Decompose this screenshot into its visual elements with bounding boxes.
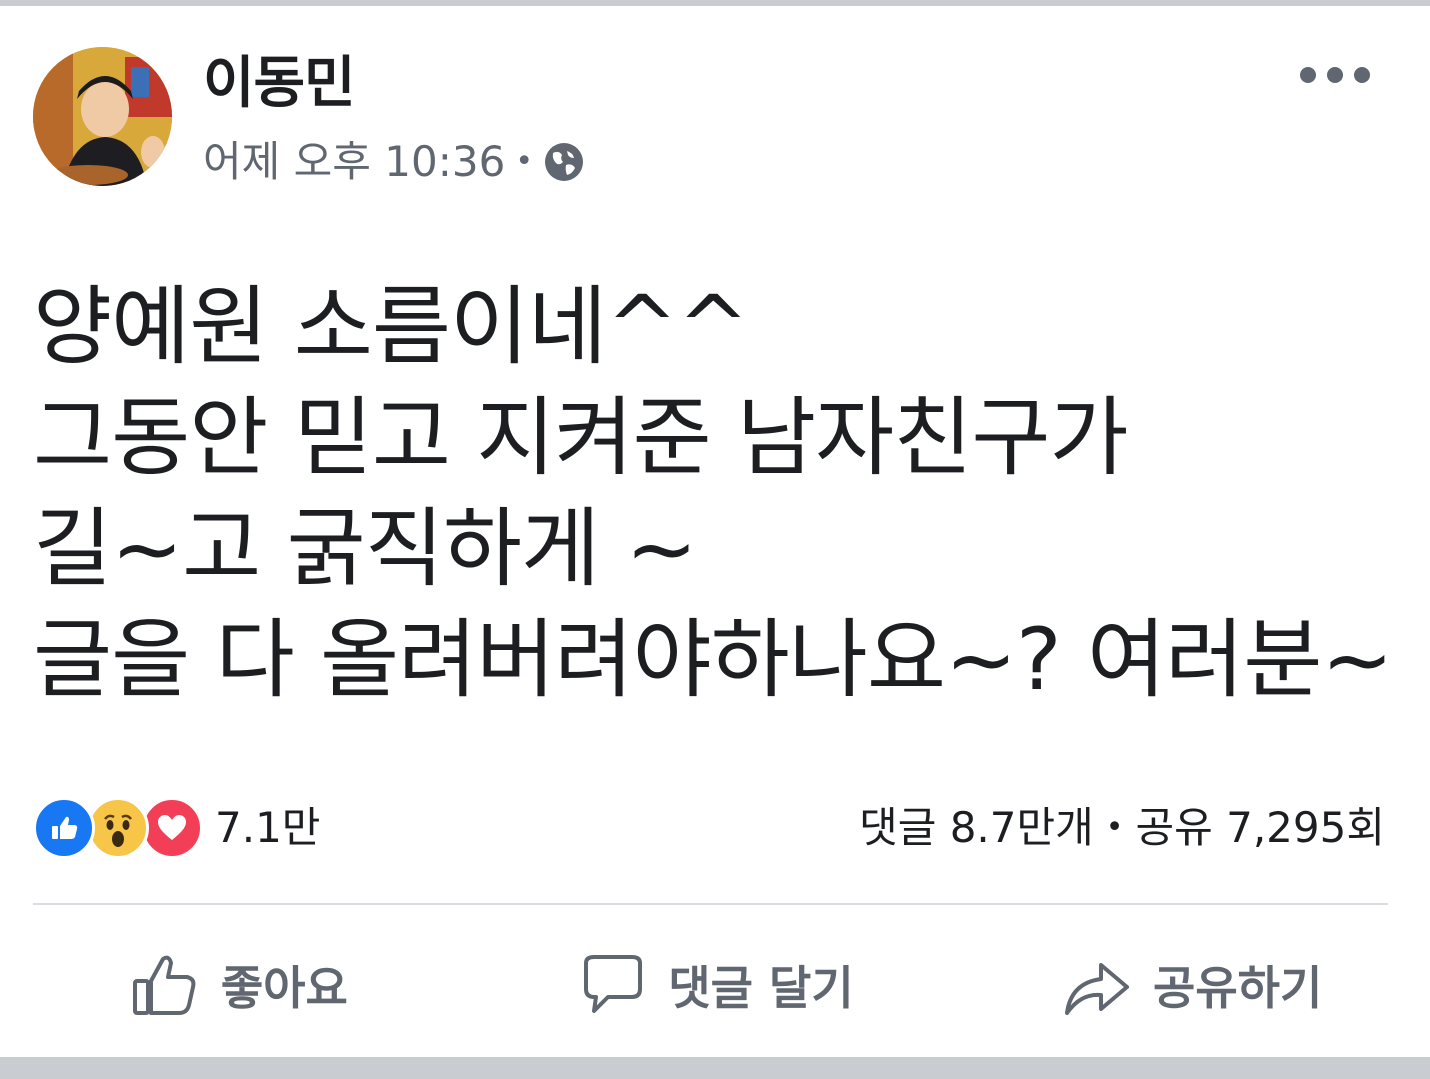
more-dot <box>1354 67 1370 83</box>
reaction-count: 7.1만 <box>215 803 321 852</box>
divider <box>33 903 1388 905</box>
stats-separator: • <box>1105 810 1124 845</box>
like-button[interactable]: 좋아요 <box>0 930 477 1040</box>
thumbs-up-icon <box>132 955 196 1015</box>
post-line: 양예원 소름이네^^ <box>33 277 749 377</box>
post-line: 그동안 믿고 지켜준 남자친구가 <box>33 388 1129 488</box>
post-body: 양예원 소름이네^^ 그동안 믿고 지켜준 남자친구가 길~고 굵직하게 ~ 글… <box>33 272 1413 716</box>
post-line: 글을 다 올려버려야하나요~? 여러분~ <box>33 610 1393 710</box>
share-button[interactable]: 공유하기 <box>953 930 1430 1040</box>
like-button-label: 좋아요 <box>220 961 348 1015</box>
author-avatar[interactable] <box>33 47 172 186</box>
more-dot <box>1300 67 1316 83</box>
share-button-label: 공유하기 <box>1153 961 1323 1015</box>
wow-reaction-icon <box>87 797 149 859</box>
top-frame-bar <box>0 0 1430 6</box>
like-reaction-icon <box>33 797 95 859</box>
more-horizontal-icon[interactable] <box>1300 58 1370 92</box>
comment-button-label: 댓글 달기 <box>668 961 854 1015</box>
meta-separator: • <box>515 144 534 179</box>
post-stats: 댓글 8.7만개 • 공유 7,295회 <box>859 798 1385 858</box>
post-line: 길~고 굵직하게 ~ <box>33 499 698 599</box>
love-reaction-icon <box>141 797 203 859</box>
post-meta: 어제 오후 10:36 • <box>203 137 585 187</box>
comment-bubble-icon <box>584 955 643 1013</box>
post-timestamp[interactable]: 어제 오후 10:36 <box>203 137 505 187</box>
more-dot <box>1327 67 1343 83</box>
reaction-summary[interactable]: 7.1만 <box>33 797 321 859</box>
share-arrow-icon <box>1065 963 1130 1015</box>
comment-button[interactable]: 댓글 달기 <box>477 930 954 1040</box>
globe-icon[interactable] <box>543 141 585 183</box>
comment-count[interactable]: 댓글 8.7만개 <box>859 800 1094 856</box>
action-bar: 좋아요 댓글 달기 공유하기 <box>0 930 1430 1040</box>
bottom-frame-bar <box>0 1057 1430 1079</box>
author-name[interactable]: 이동민 <box>203 52 356 116</box>
avatar-photo <box>33 47 172 186</box>
share-count[interactable]: 공유 7,295회 <box>1135 800 1385 856</box>
